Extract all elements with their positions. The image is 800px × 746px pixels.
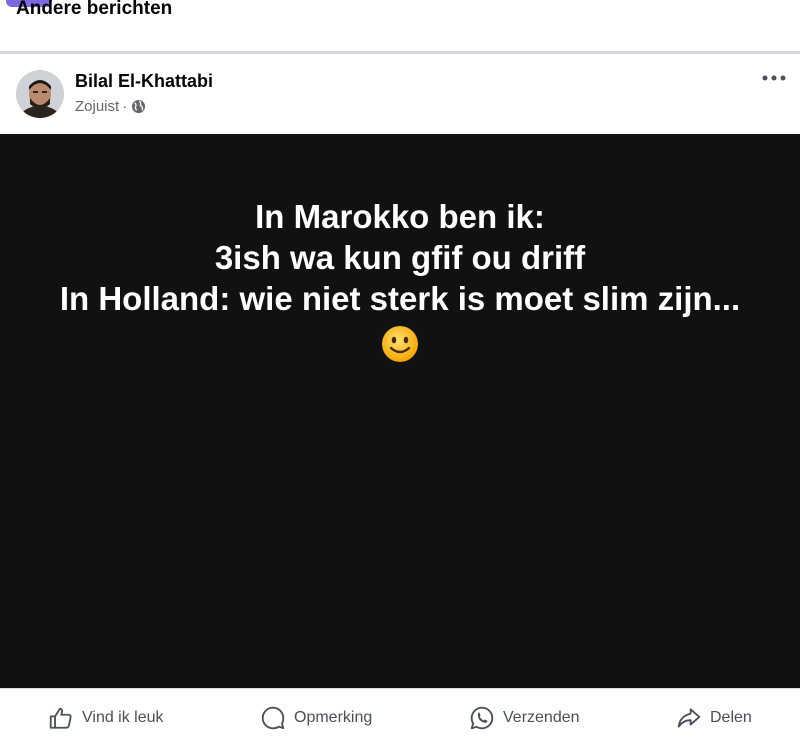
avatar[interactable] — [16, 70, 64, 118]
like-button[interactable]: Vind ik leuk — [48, 705, 164, 731]
post-header: Bilal El-Khattabi Zojuist · — [0, 54, 800, 134]
globe-icon — [131, 99, 146, 114]
post-text-line-1: In Marokko ben ik: — [255, 198, 545, 235]
share-label: Delen — [710, 709, 752, 726]
smiley-icon — [382, 326, 418, 363]
avatar-image — [16, 70, 64, 118]
comment-bubble-icon — [261, 706, 285, 730]
post-text: In Marokko ben ik: 3ish wa kun gfif ou d… — [0, 196, 800, 364]
post-action-bar: Vind ik leuk Opmerking Verzenden Delen — [0, 688, 800, 746]
post-meta: Zojuist · — [75, 98, 146, 115]
post-time[interactable]: Zojuist — [75, 98, 119, 115]
section-title: Andere berichten — [16, 0, 173, 19]
author-name[interactable]: Bilal El-Khattabi — [75, 71, 213, 92]
post-text-line-3: In Holland: wie niet sterk is moet slim … — [59, 280, 741, 317]
send-button[interactable]: Verzenden — [469, 705, 580, 731]
send-label: Verzenden — [503, 709, 580, 726]
meta-separator: · — [122, 98, 128, 115]
like-label: Vind ik leuk — [82, 709, 164, 726]
other-posts-header: Andere berichten — [0, 0, 800, 51]
comment-label: Opmerking — [294, 709, 373, 726]
more-options-button[interactable] — [760, 66, 788, 90]
more-options-icon — [762, 75, 786, 81]
share-button[interactable]: Delen — [676, 705, 752, 731]
post-text-line-2: 3ish wa kun gfif ou driff — [214, 239, 586, 276]
share-arrow-icon — [677, 708, 701, 728]
whatsapp-icon — [470, 706, 494, 730]
comment-button[interactable]: Opmerking — [260, 705, 372, 731]
thumbs-up-icon — [49, 707, 72, 729]
